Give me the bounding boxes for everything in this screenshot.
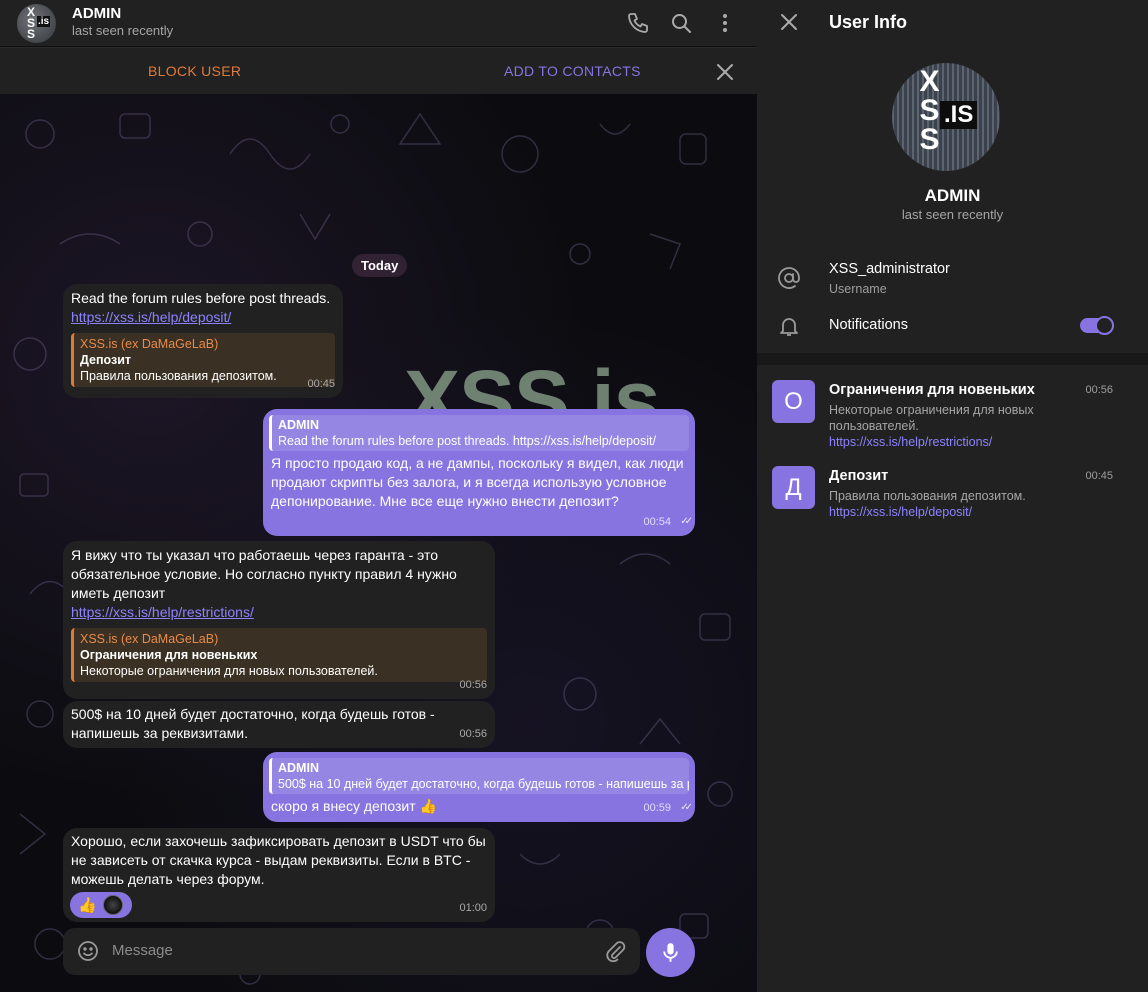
message-input[interactable]: Message [112, 942, 173, 959]
preview-description: Некоторые ограничения для новых пользова… [80, 664, 378, 678]
message-incoming[interactable]: Я вижу что ты указал что работаешь через… [63, 541, 495, 699]
microphone-icon [663, 943, 678, 962]
user-info-panel: User Info XSS .IS ADMIN last seen recent… [757, 0, 1148, 992]
message-time: 00:59 [643, 802, 671, 814]
block-user-button[interactable]: BLOCK USER [148, 63, 241, 79]
search-icon[interactable] [669, 11, 693, 35]
microphone-button[interactable] [646, 928, 695, 977]
avatar-logo-badge: .IS [940, 101, 978, 129]
shared-link-url[interactable]: https://xss.is/help/deposit/ [829, 505, 972, 519]
message-outgoing[interactable]: ADMIN 500$ на 10 дней будет достаточно, … [263, 752, 695, 822]
chat-column: XSS .is ADMIN last seen recently BLOCK U… [0, 0, 757, 992]
reaction-chip[interactable]: 👍 [70, 892, 132, 918]
date-chip: Today [352, 254, 408, 277]
reply-author: ADMIN [278, 418, 319, 432]
preview-title: Депозит [80, 353, 132, 367]
message-incoming[interactable]: 500$ на 10 дней будет достаточно, когда … [63, 701, 495, 748]
phone-icon[interactable] [626, 11, 650, 35]
more-vertical-icon[interactable] [713, 11, 737, 35]
reply-author: ADMIN [278, 761, 319, 775]
close-icon[interactable] [777, 10, 801, 34]
read-check-icon: ✓✓ [680, 516, 693, 527]
avatar-logo-text: XSS [24, 5, 38, 38]
shared-link-title: Ограничения для новеньких [829, 382, 1035, 398]
link-thumbnail: Д [772, 466, 815, 509]
shared-link-item[interactable]: О Ограничения для новеньких 00:56 Некото… [757, 380, 1148, 452]
add-to-contacts-button[interactable]: ADD TO CONTACTS [504, 63, 641, 79]
shared-link-time: 00:45 [1085, 470, 1113, 482]
avatar-logo-badge: .is [37, 16, 51, 27]
bell-icon [777, 314, 801, 338]
chat-title[interactable]: ADMIN [72, 5, 121, 22]
close-icon[interactable] [713, 60, 737, 84]
shared-link-description: Правила пользования депозитом. [829, 489, 1026, 503]
message-time: 00:56 [459, 728, 487, 740]
message-text: 500$ на 10 дней будет достаточно, когда … [71, 706, 435, 741]
message-text: Хорошо, если захочешь зафиксировать депо… [71, 833, 486, 887]
message-outgoing[interactable]: ADMIN Read the forum rules before post t… [263, 409, 695, 536]
username-label: Username [829, 282, 887, 296]
message-incoming[interactable]: Read the forum rules before post threads… [63, 284, 343, 398]
message-time: 00:54 [643, 516, 671, 528]
profile-status: last seen recently [901, 207, 1004, 222]
notifications-toggle[interactable] [1080, 316, 1114, 335]
message-link[interactable]: https://xss.is/help/restrictions/ [63, 603, 495, 622]
profile-avatar[interactable]: XSS .IS [892, 63, 1000, 171]
link-thumbnail: О [772, 380, 815, 423]
message-time: 00:45 [307, 378, 335, 390]
reply-text: 500$ на 10 дней будет достаточно, когда … [278, 777, 689, 791]
section-divider [757, 353, 1148, 365]
message-text: Read the forum rules before post threads… [71, 290, 331, 306]
preview-description: Правила пользования депозитом. [80, 369, 277, 383]
shared-link-description: Некоторые ограничения для новых пользова… [829, 403, 1034, 433]
toggle-knob [1095, 316, 1114, 335]
message-link[interactable]: https://xss.is/help/deposit/ [63, 308, 343, 327]
profile-name: ADMIN [924, 186, 981, 205]
chat-header[interactable]: XSS .is ADMIN last seen recently [0, 0, 757, 47]
shared-link-item[interactable]: Д Депозит 00:45 Правила пользования депо… [757, 466, 1148, 524]
shared-link-title: Депозит [829, 468, 889, 484]
preview-title: Ограничения для новеньких [80, 648, 258, 662]
username-value[interactable]: XSS_administrator [829, 261, 950, 277]
preview-site: XSS.is (ex DaMaGeLaB) [80, 337, 219, 351]
reply-quote[interactable]: ADMIN Read the forum rules before post t… [269, 415, 689, 451]
avatar[interactable]: XSS .is [17, 4, 56, 43]
reactor-avatar [103, 895, 123, 915]
shared-link-time: 00:56 [1085, 384, 1113, 396]
link-preview[interactable]: XSS.is (ex DaMaGeLaB) Депозит Правила по… [71, 333, 335, 387]
message-time: 00:56 [459, 679, 487, 691]
message-text: Я вижу что ты указал что работаешь через… [71, 547, 457, 601]
emoji-icon[interactable] [76, 939, 100, 963]
message-text: Я просто продаю код, а не дампы, посколь… [271, 455, 684, 509]
shared-link-url[interactable]: https://xss.is/help/restrictions/ [829, 435, 992, 449]
message-composer[interactable]: Message [63, 928, 640, 975]
preview-site: XSS.is (ex DaMaGeLaB) [80, 632, 219, 646]
attach-icon[interactable] [603, 939, 627, 963]
message-time: 01:00 [459, 902, 487, 914]
contact-action-bar: BLOCK USER ADD TO CONTACTS [0, 47, 757, 94]
read-check-icon: ✓✓ [680, 802, 693, 813]
chat-background: XSS.is Today Read the forum rules before… [0, 94, 757, 992]
message-text: скоро я внесу депозит 👍 [271, 798, 437, 814]
reply-text: Read the forum rules before post threads… [278, 434, 656, 448]
reply-quote[interactable]: ADMIN 500$ на 10 дней будет достаточно, … [269, 758, 689, 794]
link-preview[interactable]: XSS.is (ex DaMaGeLaB) Ограничения для но… [71, 628, 487, 682]
at-sign-icon [777, 266, 801, 290]
chat-status: last seen recently [72, 23, 174, 38]
notifications-label: Notifications [829, 317, 908, 333]
panel-title: User Info [829, 12, 908, 32]
thumbs-up-reaction: 👍 [78, 897, 97, 914]
